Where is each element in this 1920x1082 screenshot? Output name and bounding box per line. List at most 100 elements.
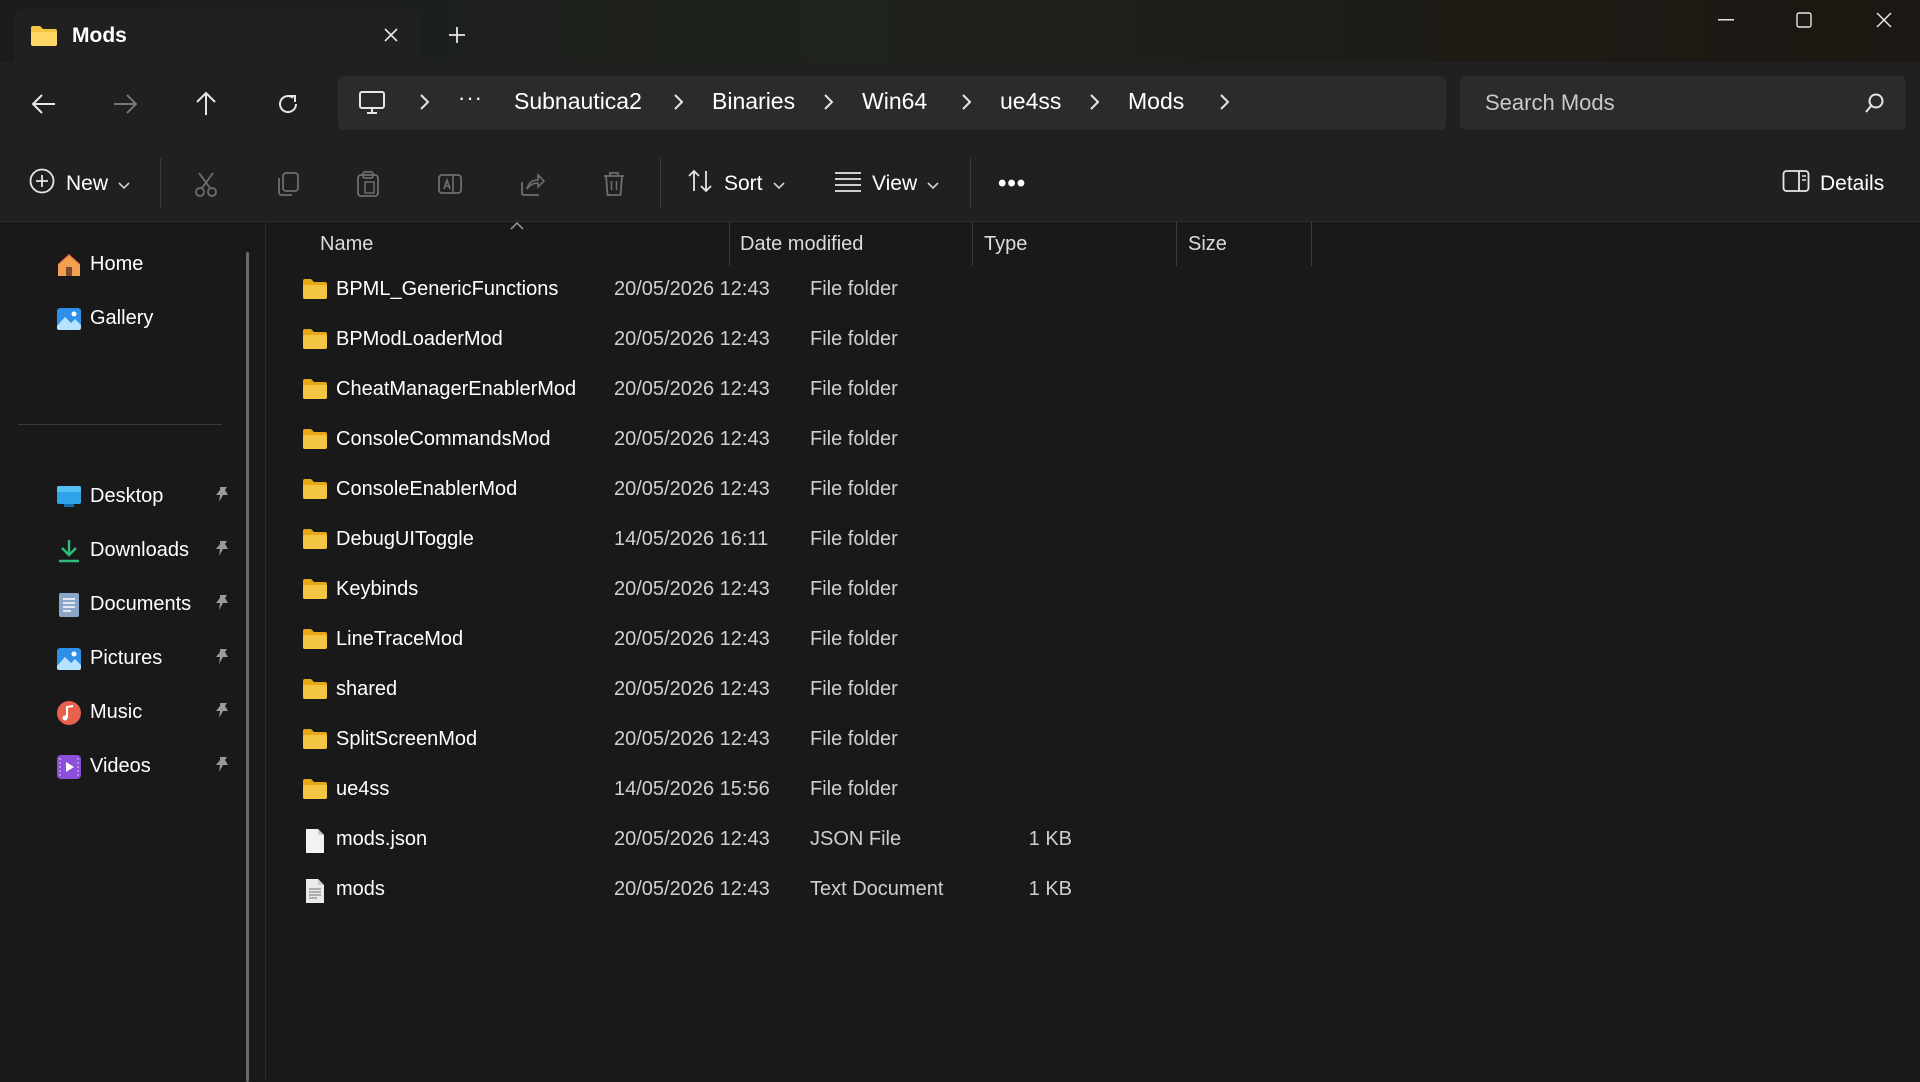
file-type: File folder: [810, 478, 898, 500]
details-pane-icon: [1782, 169, 1810, 199]
scrollbar[interactable]: [246, 252, 249, 1082]
divider: [18, 424, 222, 425]
sidebar-item-pictures[interactable]: Pictures: [54, 638, 244, 678]
view-button[interactable]: View: [834, 164, 939, 204]
cut-icon[interactable]: [188, 166, 224, 202]
rename-icon[interactable]: [432, 166, 468, 202]
pin-icon[interactable]: [214, 486, 230, 509]
breadcrumb-mods[interactable]: Mods: [1128, 88, 1184, 115]
arrow-right-icon[interactable]: [103, 82, 147, 126]
document-icon: [56, 592, 82, 618]
more-options-button[interactable]: •••: [998, 164, 1026, 204]
text-file-icon: [304, 878, 326, 909]
folder-row[interactable]: LineTraceMod 20/05/2026 12:43 File folder: [292, 616, 1582, 666]
breadcrumb-win64[interactable]: Win64: [862, 88, 927, 115]
sidebar-item-music[interactable]: Music: [54, 692, 244, 732]
close-icon[interactable]: [1846, 0, 1920, 40]
chevron-right-icon[interactable]: [672, 93, 684, 116]
file-name: DebugUIToggle: [336, 528, 474, 550]
address-bar[interactable]: ··· Subnautica2 Binaries Win64 ue4ss Mod…: [338, 76, 1446, 130]
pin-icon[interactable]: [214, 594, 230, 617]
file-name: BPModLoaderMod: [336, 328, 503, 350]
sidebar-item-documents[interactable]: Documents: [54, 584, 244, 624]
file-list: Name Date modified Type Size BPML_Generi…: [266, 221, 1920, 1080]
copy-icon[interactable]: [270, 166, 306, 202]
sidebar-item-downloads[interactable]: Downloads: [54, 530, 244, 570]
share-icon[interactable]: [514, 166, 550, 202]
date-modified: 20/05/2026 12:43: [614, 478, 770, 500]
arrow-left-icon[interactable]: [22, 82, 66, 126]
file-name: shared: [336, 678, 398, 700]
refresh-icon[interactable]: [266, 82, 310, 126]
folder-row[interactable]: ConsoleEnablerMod 20/05/2026 12:43 File fo…: [292, 466, 1582, 516]
folder-row[interactable]: Keybinds 20/05/2026 12:43 File folder: [292, 566, 1582, 616]
column-divider[interactable]: [1311, 222, 1312, 266]
date-modified: 20/05/2026 12:43: [614, 378, 770, 400]
breadcrumb-ue4ss[interactable]: ue4ss: [1000, 88, 1061, 115]
chevron-right-icon[interactable]: [1218, 93, 1230, 116]
date-modified: 20/05/2026 12:43: [614, 278, 770, 300]
date-modified: 20/05/2026 12:43: [614, 878, 770, 900]
folder-row[interactable]: ConsoleCommandsMod 20/05/2026 12:43 File f…: [292, 416, 1582, 466]
tab-mods[interactable]: Mods: [14, 8, 420, 63]
sidebar-item-gallery[interactable]: Gallery: [54, 298, 244, 338]
column-header-size[interactable]: Size: [1188, 222, 1227, 266]
chevron-right-icon[interactable]: [822, 93, 834, 116]
column-divider[interactable]: [972, 222, 973, 266]
details-button[interactable]: Details: [1782, 164, 1884, 204]
folder-row[interactable]: CheatManagerEnablerMod 20/05/2026 12:43 Fi…: [292, 366, 1582, 416]
date-modified: 20/05/2026 12:43: [614, 678, 770, 700]
file-row[interactable]: mods 20/05/2026 12:43 Text Document 1 KB: [292, 866, 1582, 916]
date-modified: 14/05/2026 15:56: [614, 778, 770, 800]
column-divider[interactable]: [729, 222, 730, 266]
arrow-up-icon[interactable]: [184, 82, 228, 126]
minimize-icon[interactable]: [1688, 0, 1764, 40]
paste-icon[interactable]: [350, 166, 386, 202]
sidebar-item-desktop[interactable]: Desktop: [54, 476, 244, 516]
folder-icon: [302, 328, 328, 355]
sort-button[interactable]: Sort: [686, 164, 785, 204]
maximize-icon[interactable]: [1766, 0, 1842, 40]
search-input[interactable]: Search Mods: [1485, 90, 1615, 116]
folder-row[interactable]: ue4ss 14/05/2026 15:56 File folder: [292, 766, 1582, 816]
breadcrumb-subnautica2[interactable]: Subnautica2: [514, 88, 642, 115]
file-name: ConsoleCommandsMod: [336, 428, 551, 450]
pin-icon[interactable]: [214, 648, 230, 671]
sidebar-item-videos[interactable]: Videos: [54, 746, 244, 786]
file-name: LineTraceMod: [336, 628, 464, 650]
folder-row[interactable]: shared 20/05/2026 12:43 File folder: [292, 666, 1582, 716]
column-header-date[interactable]: Date modified: [740, 222, 863, 266]
pictures-icon: [56, 646, 82, 672]
file-name: SplitScreenMod: [336, 728, 478, 750]
folder-icon: [302, 428, 328, 455]
file-type: Text Document: [810, 878, 944, 900]
new-button[interactable]: New: [28, 164, 130, 204]
sidebar-item-label: Pictures: [90, 646, 163, 669]
file-row[interactable]: mods.json 20/05/2026 12:43 JSON File 1 KB: [292, 816, 1582, 866]
plus-icon[interactable]: [440, 18, 474, 52]
tab-title: Mods: [72, 24, 127, 47]
chevron-right-icon[interactable]: [1088, 93, 1100, 116]
sidebar-item-home[interactable]: Home: [54, 244, 244, 284]
column-header-name[interactable]: Name: [320, 222, 373, 266]
pin-icon[interactable]: [214, 756, 230, 779]
search-icon[interactable]: [1864, 92, 1886, 119]
folder-row[interactable]: DebugUIToggle 14/05/2026 16:11 File folder: [292, 516, 1582, 566]
pin-icon[interactable]: [214, 702, 230, 725]
search-box[interactable]: Search Mods: [1460, 76, 1906, 130]
computer-icon[interactable]: [358, 90, 386, 121]
chevron-right-icon[interactable]: [418, 93, 430, 116]
breadcrumb-binaries[interactable]: Binaries: [712, 88, 795, 115]
folder-row[interactable]: BPModLoaderMod 20/05/2026 12:43 File folde…: [292, 316, 1582, 366]
folder-icon: [302, 528, 328, 555]
folder-row[interactable]: BPML_GenericFunctions 20/05/2026 12:43 Fil…: [292, 266, 1582, 316]
pin-icon[interactable]: [214, 540, 230, 563]
breadcrumb-overflow[interactable]: ···: [458, 85, 483, 111]
date-modified: 20/05/2026 12:43: [614, 328, 770, 350]
close-icon[interactable]: [374, 18, 408, 52]
column-header-type[interactable]: Type: [984, 222, 1027, 266]
column-divider[interactable]: [1176, 222, 1177, 266]
folder-row[interactable]: SplitScreenMod 20/05/2026 12:43 File folde…: [292, 716, 1582, 766]
chevron-right-icon[interactable]: [960, 93, 972, 116]
delete-icon[interactable]: [596, 166, 632, 202]
